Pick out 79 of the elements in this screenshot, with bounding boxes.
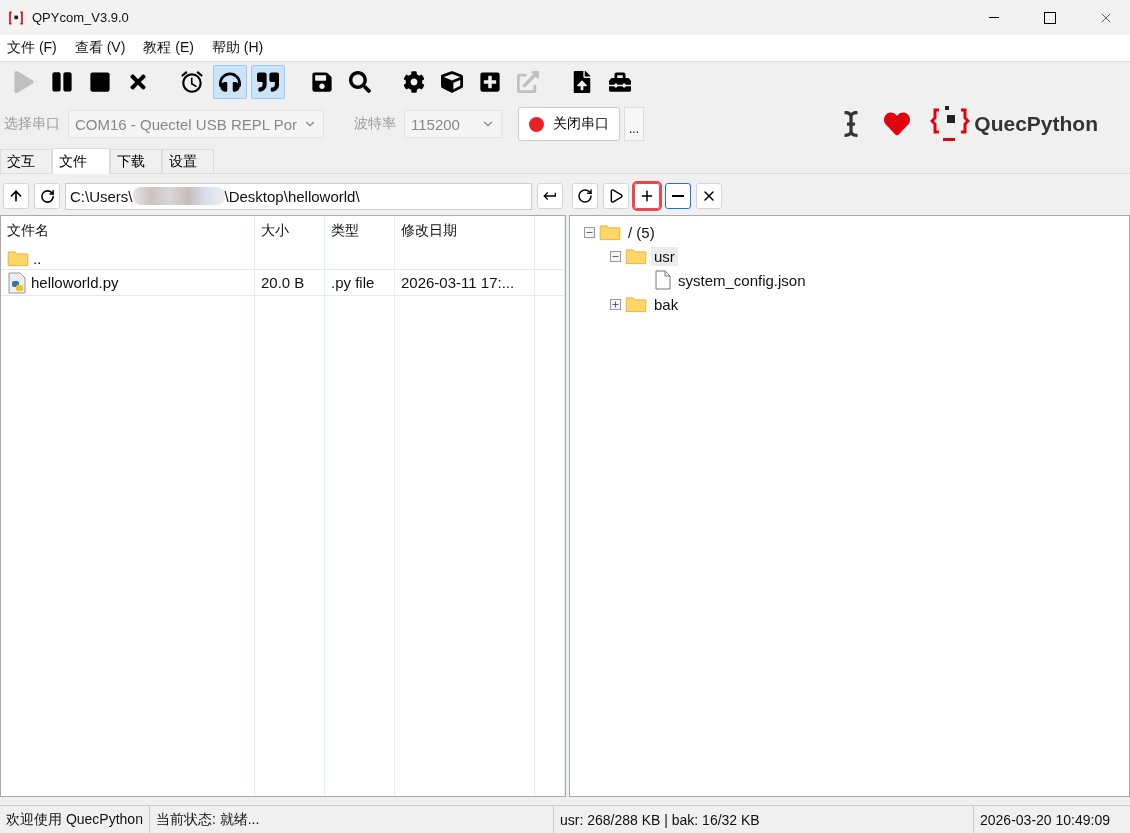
search-icon: [349, 71, 371, 93]
welcome-text: 欢迎使用 QuecPython: [0, 806, 150, 833]
add-button[interactable]: [634, 183, 660, 209]
table-cell: .py file: [325, 270, 395, 296]
folder-icon: [625, 247, 647, 265]
external-link-icon: [517, 71, 539, 93]
collapse-icon[interactable]: [584, 226, 595, 238]
headphones-icon: [219, 71, 241, 93]
menu-item[interactable]: 教程 (E): [143, 39, 194, 57]
play-icon: [608, 188, 624, 204]
folder-icon: [625, 295, 647, 313]
storage-text: usr: 268/288 KB | bak: 16/32 KB: [553, 806, 974, 833]
folder-node[interactable]: bak: [651, 294, 682, 314]
folder-node[interactable]: / (5): [625, 222, 658, 242]
table-cell: 20.0 B: [255, 270, 325, 296]
minus-icon: [672, 195, 684, 197]
go-button[interactable]: [537, 183, 563, 209]
save-icon: [311, 71, 333, 93]
minimize-icon: [989, 17, 999, 18]
refresh-icon: [39, 188, 55, 204]
folder-node[interactable]: usr: [651, 246, 678, 266]
quote-icon: [257, 71, 279, 93]
toolbar-button[interactable]: [251, 65, 285, 99]
window-title: QPYcom_V3.9.0: [32, 10, 130, 25]
empty-cell: [255, 246, 325, 270]
menu-item[interactable]: 文件 (F): [7, 39, 57, 57]
delete-button[interactable]: [696, 183, 722, 209]
cube-icon: [441, 71, 463, 93]
more-button[interactable]: ...: [624, 107, 644, 141]
maximize-icon: [1044, 11, 1056, 24]
menu-item[interactable]: 查看 (V): [74, 39, 126, 57]
brand-name: QuecPython: [974, 112, 1098, 136]
alarm-clock-icon: [179, 69, 205, 95]
empty-cell: [325, 246, 395, 270]
app-logo-icon: [8, 9, 24, 26]
empty-cell: [535, 246, 565, 270]
settings-icon: [403, 71, 425, 93]
folder-icon: [7, 249, 29, 267]
tab[interactable]: 文件: [52, 148, 110, 174]
folder-icon: [599, 223, 621, 241]
file-icon: [655, 270, 671, 290]
python-file-icon: [7, 271, 27, 294]
plus-icon: [639, 188, 655, 204]
collapse-icon[interactable]: [610, 250, 621, 262]
file-node[interactable]: system_config.json: [675, 270, 809, 290]
upload-icon: [571, 71, 593, 93]
remove-button[interactable]: [665, 183, 691, 209]
close-port-button[interactable]: 关闭串口: [518, 107, 620, 141]
port-label: 选择串口: [4, 115, 60, 133]
table-cell: 2026-03-11 17:...: [395, 270, 535, 296]
play-icon: [13, 71, 35, 93]
column-header[interactable]: 文件名: [1, 216, 255, 246]
table-cell: helloworld.py: [1, 270, 255, 296]
refresh-button[interactable]: [572, 183, 598, 209]
toolbox-icon: [609, 71, 631, 93]
run-button[interactable]: [603, 183, 629, 209]
heart-icon: [884, 111, 911, 137]
up-button[interactable]: [3, 183, 29, 209]
tab[interactable]: 设置: [162, 149, 214, 173]
close-icon: [701, 188, 717, 204]
table-cell: ..: [1, 246, 255, 270]
expand-icon[interactable]: [610, 298, 621, 310]
refresh-button[interactable]: [34, 183, 60, 209]
pause-icon: [51, 71, 73, 93]
blurred-text-icon: [132, 187, 225, 205]
column-header[interactable]: 类型: [325, 216, 395, 246]
toolbar-button[interactable]: [213, 65, 247, 99]
column-header[interactable]: 修改日期: [395, 216, 535, 246]
logo-icon: [930, 104, 971, 144]
path-field[interactable]: C:\Users\ \Desktop\helloworld\: [65, 182, 532, 210]
baud-label: 波特率: [354, 115, 396, 133]
tab[interactable]: 交互: [0, 149, 52, 173]
stop-icon: [89, 71, 111, 93]
refresh-icon: [577, 188, 593, 204]
time-text: 2026-03-20 10:49:09: [979, 810, 1111, 830]
tab[interactable]: 下载: [110, 149, 162, 173]
column-header[interactable]: 大小: [255, 216, 325, 246]
status-text: 当前状态: 就绪...: [149, 806, 554, 833]
menu-item[interactable]: 帮助 (H): [211, 39, 264, 57]
